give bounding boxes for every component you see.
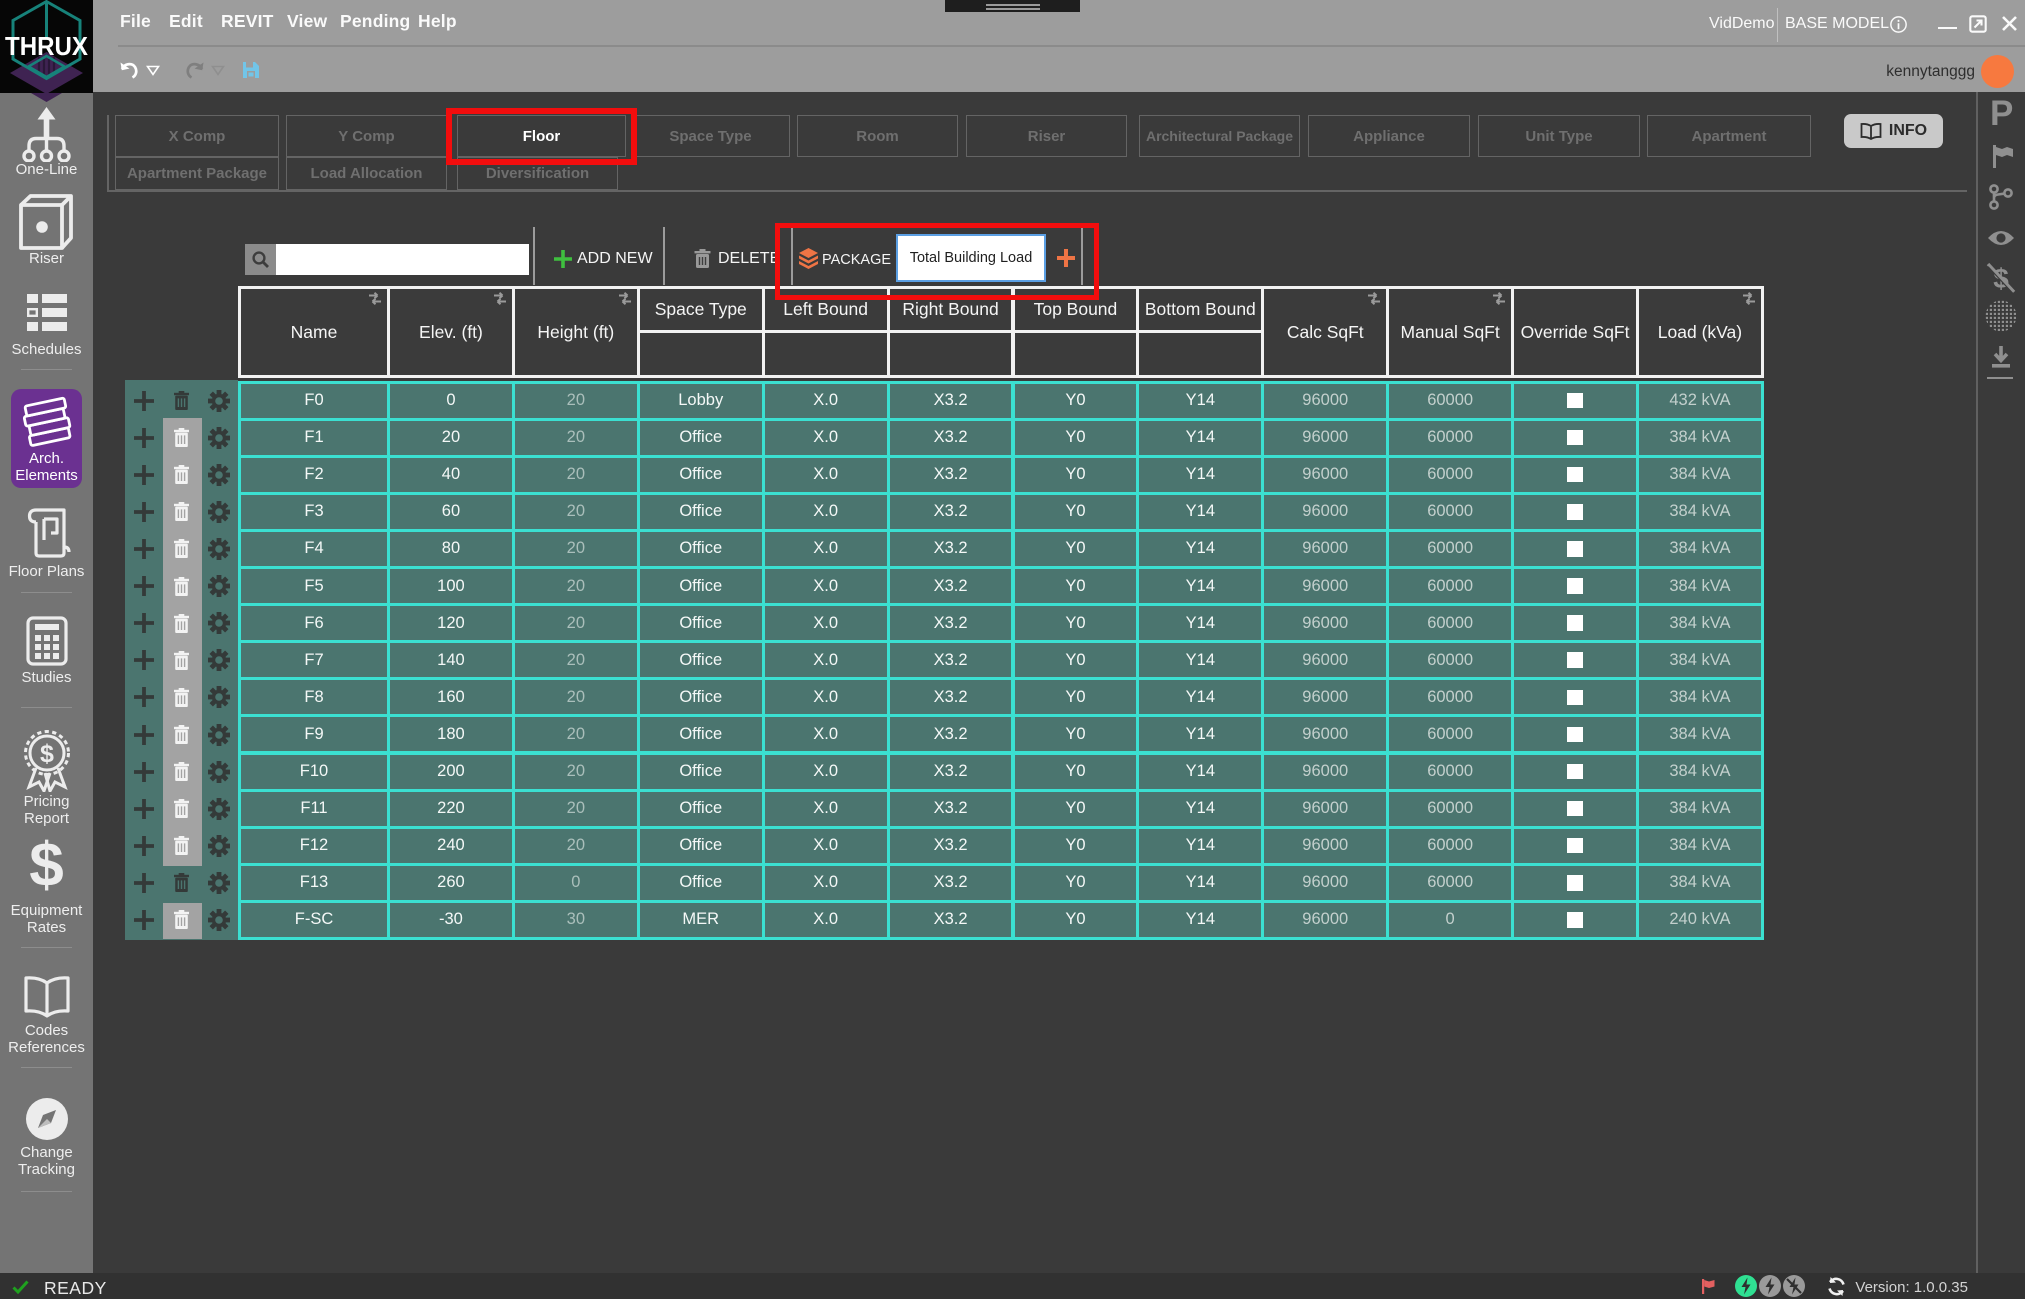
svg-text:$: $ xyxy=(40,740,54,768)
svg-text:THRUX: THRUX xyxy=(5,31,89,61)
